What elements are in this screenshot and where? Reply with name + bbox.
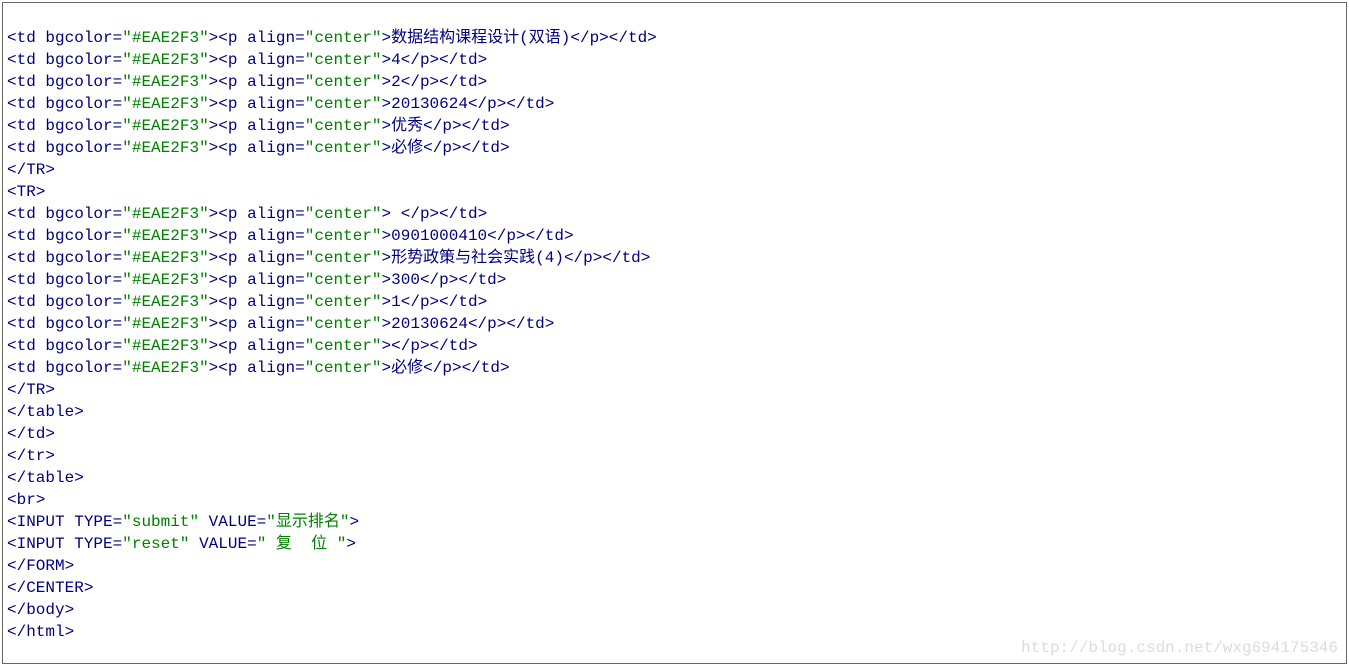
code-line: <td bgcolor="#EAE2F3"><p align="center">… (7, 29, 657, 47)
input-reset-line: <INPUT TYPE="reset" VALUE=" 复 位 "> (7, 535, 356, 553)
attr-align: center (314, 271, 372, 289)
cell-text: 必修 (391, 139, 423, 157)
code-line: </TR> (7, 161, 55, 179)
cell-text: 必修 (391, 359, 423, 377)
cell-text (391, 205, 401, 223)
code-line: <td bgcolor="#EAE2F3"><p align="center">… (7, 205, 487, 223)
br-tag: <br> (7, 491, 45, 509)
cell-text: 4 (391, 51, 401, 69)
cell-text: 0901000410 (391, 227, 487, 245)
input-value: 显示排名 (276, 513, 340, 531)
attr-align: center (314, 315, 372, 333)
attr-bgcolor: #EAE2F3 (132, 51, 199, 69)
attr-bgcolor: #EAE2F3 (132, 271, 199, 289)
close-html: </html> (7, 623, 74, 641)
cell-text: 数据结构课程设计(双语) (391, 29, 570, 47)
code-line: <td bgcolor="#EAE2F3"><p align="center">… (7, 337, 478, 355)
input-submit-line: <INPUT TYPE="submit" VALUE="显示排名"> (7, 513, 359, 531)
code-line: <td bgcolor="#EAE2F3"><p align="center">… (7, 73, 487, 91)
attr-bgcolor: #EAE2F3 (132, 337, 199, 355)
input-type: submit (132, 513, 190, 531)
attr-align: center (314, 29, 372, 47)
code-line: <td bgcolor="#EAE2F3"><p align="center">… (7, 293, 487, 311)
attr-bgcolor: #EAE2F3 (132, 315, 199, 333)
attr-bgcolor: #EAE2F3 (132, 227, 199, 245)
attr-bgcolor: #EAE2F3 (132, 139, 199, 157)
cell-text: 20130624 (391, 315, 468, 333)
code-line: <td bgcolor="#EAE2F3"><p align="center">… (7, 315, 554, 333)
code-line: <td bgcolor="#EAE2F3"><p align="center">… (7, 271, 506, 289)
code-line: <td bgcolor="#EAE2F3"><p align="center">… (7, 249, 650, 267)
cell-text: 优秀 (391, 117, 423, 135)
code-line: <td bgcolor="#EAE2F3"><p align="center">… (7, 359, 510, 377)
attr-bgcolor: #EAE2F3 (132, 29, 199, 47)
close-table: </table> (7, 403, 84, 421)
attr-align: center (314, 227, 372, 245)
close-body: </body> (7, 601, 74, 619)
attr-align: center (314, 139, 372, 157)
code-line: <td bgcolor="#EAE2F3"><p align="center">… (7, 51, 487, 69)
attr-align: center (314, 337, 372, 355)
cell-text: 1 (391, 293, 401, 311)
cell-text: 20130624 (391, 95, 468, 113)
attr-align: center (314, 95, 372, 113)
code-line: <TR> (7, 183, 45, 201)
input-type: reset (132, 535, 180, 553)
attr-align: center (314, 293, 372, 311)
attr-bgcolor: #EAE2F3 (132, 205, 199, 223)
attr-align: center (314, 73, 372, 91)
code-line: <td bgcolor="#EAE2F3"><p align="center">… (7, 95, 554, 113)
blank-line (7, 645, 17, 663)
attr-align: center (314, 117, 372, 135)
cell-text: 形势政策与社会实践(4) (391, 249, 564, 267)
idle-shell-output: <td bgcolor="#EAE2F3"><p align="center">… (2, 2, 1347, 664)
code-line: <td bgcolor="#EAE2F3"><p align="center">… (7, 227, 574, 245)
code-line: <td bgcolor="#EAE2F3"><p align="center">… (7, 139, 510, 157)
close-table-2: </table> (7, 469, 84, 487)
attr-bgcolor: #EAE2F3 (132, 293, 199, 311)
attr-align: center (314, 205, 372, 223)
attr-bgcolor: #EAE2F3 (132, 117, 199, 135)
attr-align: center (314, 51, 372, 69)
attr-bgcolor: #EAE2F3 (132, 359, 199, 377)
attr-align: center (314, 249, 372, 267)
close-center: </CENTER> (7, 579, 93, 597)
code-line: <td bgcolor="#EAE2F3"><p align="center">… (7, 117, 510, 135)
attr-bgcolor: #EAE2F3 (132, 73, 199, 91)
attr-align: center (314, 359, 372, 377)
attr-bgcolor: #EAE2F3 (132, 249, 199, 267)
close-td: </td> (7, 425, 55, 443)
close-form: </FORM> (7, 557, 74, 575)
attr-bgcolor: #EAE2F3 (132, 95, 199, 113)
cell-text: 2 (391, 73, 401, 91)
input-value: 复 位 (266, 535, 336, 553)
close-tr-2: </tr> (7, 447, 55, 465)
cell-text: 300 (391, 271, 420, 289)
close-tr: </TR> (7, 381, 55, 399)
code-block: <td bgcolor="#EAE2F3"><p align="center">… (7, 27, 1342, 664)
